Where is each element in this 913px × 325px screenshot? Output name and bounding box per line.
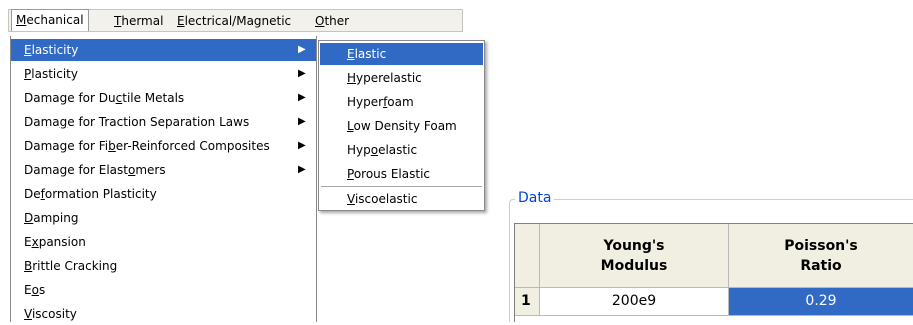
menu-item-label: Plasticity <box>24 67 78 81</box>
menu-item-label: Deformation Plasticity <box>24 187 157 201</box>
menu-item-damage-ductile-metals[interactable]: Damage for Ductile Metals ▶ <box>11 87 316 109</box>
mechanical-menu: Elasticity ▶ Plasticity ▶ Damage for Duc… <box>10 36 317 322</box>
submenu-arrow-icon: ▶ <box>298 140 306 151</box>
submenu-item-label: Hyperfoam <box>347 95 414 109</box>
column-header-youngs-modulus[interactable]: Young's Modulus <box>540 224 729 288</box>
table-cell-youngs-modulus[interactable]: 200e9 <box>540 288 729 316</box>
menu-item-label: Damage for Elastomers <box>24 163 166 177</box>
table-corner-header <box>515 224 540 288</box>
menu-bar: Mechanical Thermal Electrical/Magnetic O… <box>8 9 463 32</box>
menu-item-label: Elasticity <box>24 43 79 57</box>
submenu-item-porous-elastic[interactable]: Porous Elastic <box>320 163 483 185</box>
submenu-arrow-icon: ▶ <box>298 68 306 79</box>
submenu-item-hypoelastic[interactable]: Hypoelastic <box>320 139 483 161</box>
submenu-item-hyperfoam[interactable]: Hyperfoam <box>320 91 483 113</box>
column-header-poissons-ratio[interactable]: Poisson's Ratio <box>729 224 913 288</box>
menu-item-eos[interactable]: Eos <box>11 279 316 301</box>
menu-item-brittle-cracking[interactable]: Brittle Cracking <box>11 255 316 277</box>
submenu-arrow-icon: ▶ <box>298 44 306 55</box>
submenu-arrow-icon: ▶ <box>298 164 306 175</box>
menu-electrical-magnetic[interactable]: Electrical/Magnetic <box>173 10 295 32</box>
menu-item-label: Damage for Fiber-Reinforced Composites <box>24 139 270 153</box>
menu-item-damage-fiber-reinforced[interactable]: Damage for Fiber-Reinforced Composites ▶ <box>11 135 316 157</box>
menu-item-deformation-plasticity[interactable]: Deformation Plasticity <box>11 183 316 205</box>
menu-item-elasticity[interactable]: Elasticity ▶ <box>11 39 316 61</box>
submenu-item-label: Hypoelastic <box>347 143 418 157</box>
data-table: Young's Modulus Poisson's Ratio 1 200e9 0.… <box>514 223 913 322</box>
submenu-item-hyperelastic[interactable]: Hyperelastic <box>320 67 483 89</box>
menu-item-plasticity[interactable]: Plasticity ▶ <box>11 63 316 85</box>
menu-item-label: Damage for Ductile Metals <box>24 91 185 105</box>
submenu-item-label: Viscoelastic <box>347 192 418 206</box>
submenu-item-elastic[interactable]: Elastic <box>320 43 483 65</box>
menu-other[interactable]: Other <box>311 10 353 32</box>
menu-item-label: Eos <box>24 283 46 297</box>
menu-item-label: Damage for Traction Separation Laws <box>24 115 250 129</box>
menu-mechanical[interactable]: Mechanical <box>11 9 89 31</box>
submenu-item-label: Porous Elastic <box>347 167 430 181</box>
row-header[interactable]: 1 <box>515 288 540 316</box>
submenu-item-label: Low Density Foam <box>347 119 457 133</box>
menu-separator <box>321 186 482 187</box>
menu-thermal[interactable]: Thermal <box>110 10 167 32</box>
menu-item-label: Damping <box>24 211 79 225</box>
submenu-item-viscoelastic[interactable]: Viscoelastic <box>320 188 483 210</box>
submenu-arrow-icon: ▶ <box>298 116 306 127</box>
table-cell-poissons-ratio[interactable]: 0.29 <box>729 288 913 316</box>
submenu-item-label: Hyperelastic <box>347 71 422 85</box>
menu-item-damage-elastomers[interactable]: Damage for Elastomers ▶ <box>11 159 316 181</box>
data-group-title: Data <box>515 187 555 209</box>
elasticity-submenu: Elastic Hyperelastic Hyperfoam Low Densi… <box>318 40 485 211</box>
menu-item-damping[interactable]: Damping <box>11 207 316 229</box>
submenu-item-label: Elastic <box>347 47 387 61</box>
menu-item-expansion[interactable]: Expansion <box>11 231 316 253</box>
submenu-arrow-icon: ▶ <box>298 92 306 103</box>
menu-item-label: Brittle Cracking <box>24 259 118 273</box>
submenu-item-low-density-foam[interactable]: Low Density Foam <box>320 115 483 137</box>
menu-item-label: Expansion <box>24 235 86 249</box>
menu-item-damage-traction-separation[interactable]: Damage for Traction Separation Laws ▶ <box>11 111 316 133</box>
